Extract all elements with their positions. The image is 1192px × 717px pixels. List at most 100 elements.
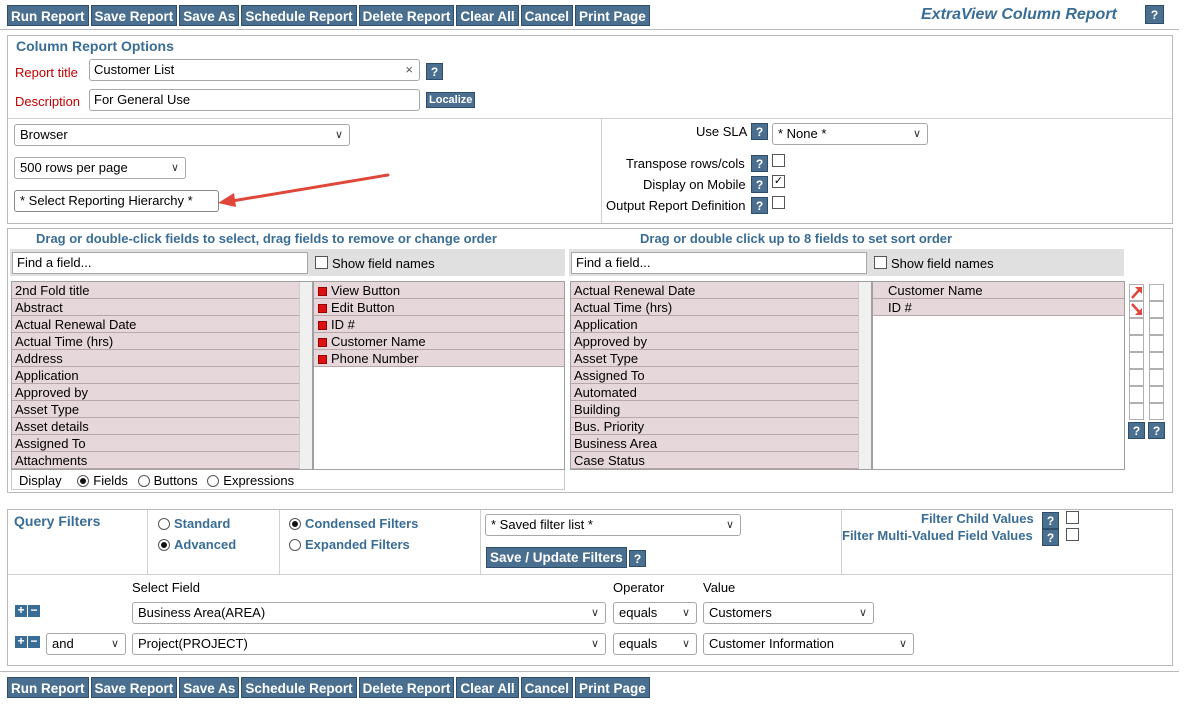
filter-field-select[interactable]: Project(PROJECT) ∨: [132, 633, 606, 655]
remove-icon[interactable]: [318, 287, 327, 296]
list-item[interactable]: Application: [12, 367, 300, 384]
filter-child-checkbox[interactable]: [1066, 511, 1079, 524]
remove-icon[interactable]: [318, 321, 327, 330]
sort-order-cell[interactable]: [1149, 352, 1164, 369]
mobile-checkbox[interactable]: ✓: [772, 175, 785, 188]
list-item[interactable]: Customer Name: [314, 333, 564, 350]
filter-field-select[interactable]: Business Area(AREA) ∨: [132, 602, 606, 624]
output-definition-help-button[interactable]: ?: [751, 197, 768, 214]
sort-order-cell[interactable]: [1129, 335, 1144, 352]
list-item[interactable]: Approved by: [571, 333, 859, 350]
remove-icon[interactable]: [318, 355, 327, 364]
cancel-button[interactable]: Cancel: [520, 677, 573, 698]
filter-conjunction-select[interactable]: and ∨: [46, 633, 126, 655]
add-filter-icon[interactable]: +: [15, 604, 27, 617]
sort-order-cell[interactable]: [1149, 301, 1164, 318]
save-report-button[interactable]: Save Report: [90, 5, 178, 26]
sla-select[interactable]: * None * ∨: [772, 123, 928, 145]
list-item[interactable]: Asset Type: [12, 401, 300, 418]
sort-order-cell[interactable]: [1129, 386, 1144, 403]
list-item[interactable]: Address: [12, 350, 300, 367]
delete-report-button[interactable]: Delete Report: [358, 5, 455, 26]
report-title-input[interactable]: Customer List ×: [89, 59, 420, 81]
print-page-button[interactable]: Print Page: [574, 677, 650, 698]
sort-order-cell[interactable]: [1149, 386, 1164, 403]
sort-help-button[interactable]: ?: [1128, 422, 1145, 439]
save-update-filters-button[interactable]: Save / Update Filters: [486, 547, 627, 568]
list-item[interactable]: Assigned To: [571, 367, 859, 384]
sort-show-field-names-checkbox[interactable]: [874, 256, 887, 269]
run-report-button[interactable]: Run Report: [7, 677, 89, 698]
sort-help-button-2[interactable]: ?: [1148, 422, 1165, 439]
clear-all-button[interactable]: Clear All: [456, 677, 519, 698]
filter-child-help-button[interactable]: ?: [1042, 512, 1059, 529]
sort-order-cell[interactable]: [1149, 369, 1164, 386]
output-select[interactable]: Browser ∨: [14, 124, 350, 146]
filter-multi-checkbox[interactable]: [1066, 528, 1079, 541]
save-as-button[interactable]: Save As: [179, 5, 240, 26]
hierarchy-select[interactable]: * Select Reporting Hierarchy *: [14, 190, 219, 212]
condensed-filters-radio[interactable]: Condensed Filters: [289, 516, 418, 531]
sort-order-cell[interactable]: [1149, 318, 1164, 335]
show-field-names-checkbox[interactable]: [315, 256, 328, 269]
list-item[interactable]: Phone Number: [314, 350, 564, 367]
list-item[interactable]: Actual Time (hrs): [12, 333, 300, 350]
sort-descending-toggle[interactable]: [1129, 301, 1144, 318]
sort-order-cell[interactable]: [1129, 403, 1144, 420]
saved-filter-select[interactable]: * Saved filter list * ∨: [485, 514, 741, 536]
description-input[interactable]: For General Use: [89, 89, 420, 111]
list-item[interactable]: Case Status: [571, 452, 859, 469]
display-fields-radio[interactable]: Fields: [77, 473, 128, 488]
list-item[interactable]: Asset Type: [571, 350, 859, 367]
list-item[interactable]: Bus. Priority: [571, 418, 859, 435]
filter-value-select[interactable]: Customers ∨: [703, 602, 874, 624]
filter-multi-help-button[interactable]: ?: [1042, 529, 1059, 546]
sort-order-cell[interactable]: [1129, 369, 1144, 386]
sort-order-cell[interactable]: [1129, 318, 1144, 335]
list-item[interactable]: 2nd Fold title: [12, 282, 300, 299]
list-item[interactable]: Application: [571, 316, 859, 333]
find-field-input[interactable]: Find a field...: [12, 252, 308, 274]
sort-ascending-toggle[interactable]: [1129, 284, 1144, 301]
advanced-radio[interactable]: Advanced: [158, 537, 236, 552]
list-item[interactable]: ID #: [314, 316, 564, 333]
cancel-button[interactable]: Cancel: [520, 5, 573, 26]
rows-per-page-select[interactable]: 500 rows per page ∨: [14, 157, 186, 179]
report-title-help-button[interactable]: ?: [426, 63, 443, 80]
scrollbar[interactable]: [858, 282, 871, 469]
sort-available-list[interactable]: Actual Renewal Date Actual Time (hrs) Ap…: [570, 281, 872, 470]
list-item[interactable]: Attachments: [12, 452, 300, 469]
remove-filter-icon[interactable]: −: [28, 604, 40, 617]
clear-all-button[interactable]: Clear All: [456, 5, 519, 26]
output-definition-checkbox[interactable]: [772, 196, 785, 209]
schedule-report-button[interactable]: Schedule Report: [241, 5, 357, 26]
sort-selected-list[interactable]: Customer Name ID #: [872, 281, 1125, 470]
localize-button[interactable]: Localize: [426, 92, 476, 108]
filter-value-select[interactable]: Customer Information ∨: [703, 633, 914, 655]
list-item[interactable]: Edit Button: [314, 299, 564, 316]
help-button[interactable]: ?: [1145, 5, 1164, 24]
clear-icon[interactable]: ×: [405, 60, 413, 80]
remove-filter-icon[interactable]: −: [28, 635, 40, 648]
print-page-button[interactable]: Print Page: [574, 5, 650, 26]
mobile-help-button[interactable]: ?: [751, 176, 768, 193]
list-item[interactable]: Building: [571, 401, 859, 418]
sort-find-field-input[interactable]: Find a field...: [571, 252, 867, 274]
sort-order-cell[interactable]: [1149, 403, 1164, 420]
display-buttons-radio[interactable]: Buttons: [137, 473, 198, 488]
run-report-button[interactable]: Run Report: [7, 5, 89, 26]
available-fields-list[interactable]: 2nd Fold title Abstract Actual Renewal D…: [11, 281, 313, 470]
filter-operator-select[interactable]: equals ∨: [613, 602, 697, 624]
list-item[interactable]: Asset details: [12, 418, 300, 435]
save-as-button[interactable]: Save As: [179, 677, 240, 698]
schedule-report-button[interactable]: Schedule Report: [241, 677, 357, 698]
display-expressions-radio[interactable]: Expressions: [207, 473, 294, 488]
list-item[interactable]: Customer Name: [873, 282, 1124, 299]
selected-fields-list[interactable]: View Button Edit Button ID # Customer Na…: [313, 281, 565, 470]
list-item[interactable]: Actual Renewal Date: [12, 316, 300, 333]
remove-icon[interactable]: [318, 338, 327, 347]
save-report-button[interactable]: Save Report: [90, 677, 178, 698]
list-item[interactable]: Automated: [571, 384, 859, 401]
list-item[interactable]: Actual Time (hrs): [571, 299, 859, 316]
list-item[interactable]: Assigned To: [12, 435, 300, 452]
